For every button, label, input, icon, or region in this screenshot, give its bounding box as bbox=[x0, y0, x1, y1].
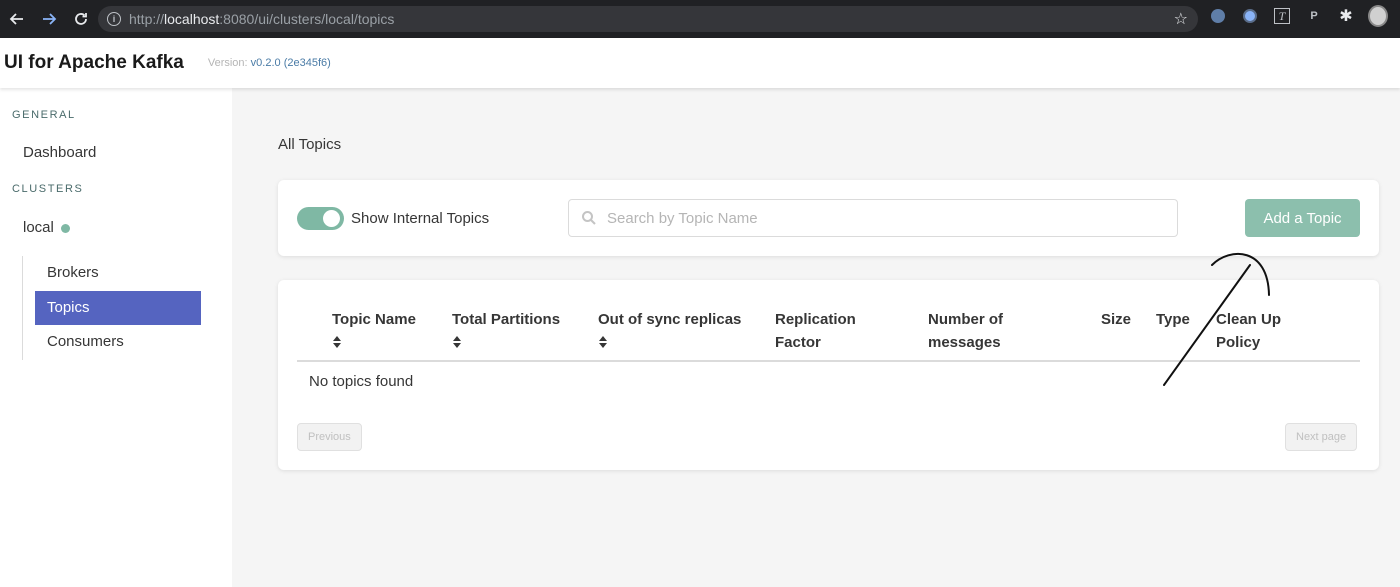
submenu-divider bbox=[22, 256, 23, 360]
extension-t-icon[interactable]: T bbox=[1272, 6, 1292, 26]
info-icon[interactable]: i bbox=[107, 12, 121, 26]
address-url: http://localhost:8080/ui/clusters/local/… bbox=[129, 11, 395, 27]
empty-table-message: No topics found bbox=[309, 373, 414, 390]
profile-avatar[interactable] bbox=[1368, 5, 1388, 27]
back-button[interactable] bbox=[2, 4, 32, 34]
column-header-total-partitions[interactable]: Total Partitions bbox=[452, 308, 560, 349]
app-header: UI for Apache Kafka Version: v0.2.0 (2e3… bbox=[0, 38, 1400, 88]
column-header-type: Type bbox=[1156, 311, 1190, 328]
forward-button[interactable] bbox=[34, 4, 64, 34]
extension-planet-icon[interactable] bbox=[1240, 6, 1260, 26]
extensions-puzzle-icon[interactable]: ✱ bbox=[1336, 6, 1356, 26]
table-header-divider bbox=[297, 360, 1360, 362]
menu-label-clusters: CLUSTERS bbox=[12, 183, 84, 195]
column-header-topic-name[interactable]: Topic Name bbox=[332, 308, 416, 349]
sidebar-item-consumers[interactable]: Consumers bbox=[35, 325, 201, 359]
bookmark-star-icon[interactable]: ☆ bbox=[1174, 9, 1188, 29]
column-header-size: Size bbox=[1101, 311, 1132, 328]
app-title[interactable]: UI for Apache Kafka bbox=[4, 52, 184, 74]
reload-icon bbox=[75, 13, 87, 25]
version-value: v0.2.0 bbox=[250, 57, 281, 69]
browser-toolbar: i http://localhost:8080/ui/clusters/loca… bbox=[0, 0, 1400, 38]
search-field[interactable] bbox=[568, 199, 1178, 237]
sort-icon[interactable] bbox=[452, 335, 462, 349]
topics-toolbar: Show Internal Topics Add a Topic bbox=[278, 180, 1379, 256]
sidebar-item-topics[interactable]: Topics bbox=[35, 291, 201, 325]
column-header-replication-factor: Replication Factor bbox=[775, 311, 856, 351]
cluster-status-dot bbox=[60, 223, 70, 233]
internal-topics-toggle[interactable] bbox=[297, 207, 344, 230]
column-header-clean-up-policy: Clean Up Policy bbox=[1216, 311, 1282, 351]
add-topic-button[interactable]: Add a Topic bbox=[1245, 199, 1360, 237]
arrow-left-icon bbox=[9, 13, 23, 25]
column-header-out-of-sync-replicas[interactable]: Out of sync replicas bbox=[598, 308, 741, 349]
extension-globe-icon[interactable] bbox=[1208, 6, 1228, 26]
next-page-button[interactable]: Next page bbox=[1285, 423, 1358, 451]
sort-icon[interactable] bbox=[598, 335, 608, 349]
extension-p-icon[interactable]: P bbox=[1304, 6, 1324, 26]
address-bar[interactable]: i http://localhost:8080/ui/clusters/loca… bbox=[98, 6, 1198, 32]
toggle-knob bbox=[323, 210, 340, 227]
topics-table: Topic Name Total Partitions Out of sync … bbox=[278, 280, 1379, 470]
reload-button[interactable] bbox=[66, 4, 96, 34]
version-hash[interactable]: (2e345f6) bbox=[284, 57, 331, 69]
internal-topics-label[interactable]: Show Internal Topics bbox=[351, 210, 489, 227]
search-input[interactable] bbox=[607, 201, 1167, 235]
previous-page-button[interactable]: Previous bbox=[297, 423, 362, 451]
sidebar-item-dashboard[interactable]: Dashboard bbox=[23, 144, 96, 161]
search-icon bbox=[582, 211, 596, 225]
sidebar-item-brokers[interactable]: Brokers bbox=[35, 256, 201, 290]
cluster-name: local bbox=[23, 219, 54, 236]
sort-icon[interactable] bbox=[332, 335, 342, 349]
column-header-number-of-messages: Number of messages bbox=[928, 311, 1003, 351]
sidebar-item-cluster-local[interactable]: local bbox=[23, 219, 70, 236]
extensions-area: T P ✱ bbox=[1208, 5, 1388, 27]
menu-label-general: GENERAL bbox=[12, 109, 76, 121]
arrow-right-icon bbox=[43, 13, 57, 25]
page-title: All Topics bbox=[278, 136, 342, 153]
app-version: Version: v0.2.0 (2e345f6) bbox=[207, 57, 331, 69]
